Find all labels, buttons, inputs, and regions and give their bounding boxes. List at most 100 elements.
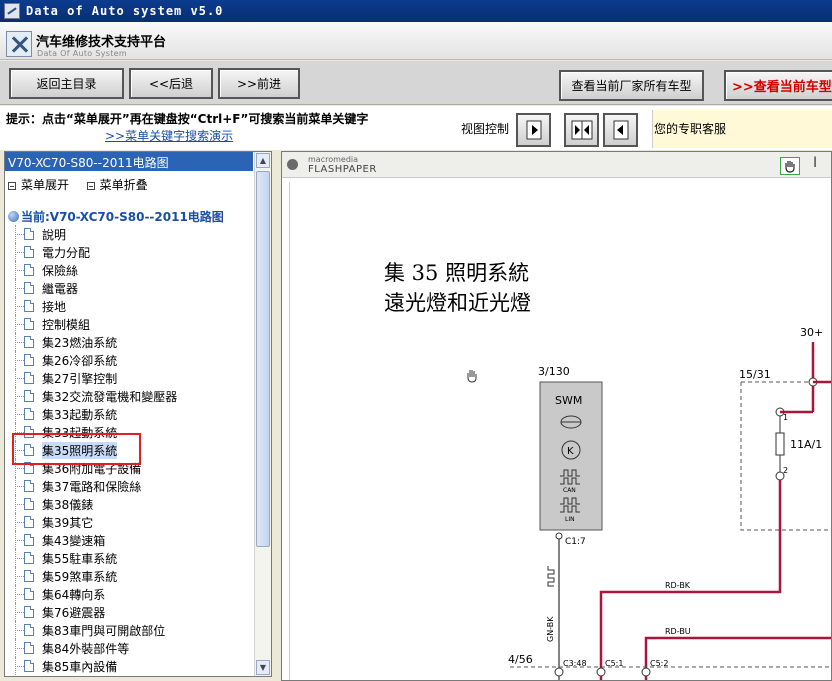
text-select-tool-icon[interactable]: I — [813, 155, 817, 171]
tree-item[interactable]: 集59煞車系統 — [5, 567, 253, 585]
document-icon — [24, 336, 34, 348]
expand-menu-link[interactable]: 菜单展开 — [21, 178, 69, 192]
tree-item-label: 控制模組 — [42, 318, 91, 332]
tree-item[interactable]: 集32交流發電機和變壓器 — [5, 387, 253, 405]
tree-guide-h — [15, 666, 24, 667]
scroll-thumb[interactable] — [256, 171, 270, 547]
document-icon — [24, 552, 34, 564]
tree-item-label: 集84外裝部件等 — [42, 642, 130, 656]
document-icon — [24, 282, 34, 294]
fuse-box-label: 15/31 — [739, 368, 771, 381]
tree-item-label: 集43變速箱 — [42, 534, 106, 548]
arrow-left-icon — [613, 120, 628, 140]
svg-text:K: K — [567, 446, 574, 457]
tree-header[interactable]: V70-XC70-S80--2011电路图 — [5, 152, 253, 171]
tree-item[interactable]: 電力分配 — [5, 243, 253, 261]
scroll-down-icon[interactable]: ▼ — [256, 660, 270, 675]
forward-button[interactable]: >>前进 — [218, 68, 300, 99]
back-button[interactable]: <<后退 — [129, 68, 213, 99]
tree-scrollbar[interactable]: ▲ ▼ — [254, 152, 271, 676]
scroll-up-icon[interactable]: ▲ — [256, 153, 270, 168]
tree-item-label: 集35照明系統 — [42, 442, 118, 459]
tree-current-root[interactable]: 当前:V70-XC70-S80--2011电路图 — [8, 208, 224, 225]
tree-item[interactable]: 接地 — [5, 297, 253, 315]
wrench-logo-icon — [6, 31, 32, 57]
fuse-element — [775, 432, 785, 456]
tree-guide-h — [15, 360, 24, 361]
tree-item[interactable]: 集33起動系統 — [5, 423, 253, 441]
document-icon — [24, 390, 34, 402]
tree-guide-h — [15, 648, 24, 649]
tree-guide-h — [15, 558, 24, 559]
document-icon — [24, 408, 34, 420]
tree-guide-h — [15, 630, 24, 631]
gn-bk-label: GN-BK — [546, 616, 555, 642]
rd-bu-wire — [644, 636, 831, 680]
tree-item[interactable]: 集39其它 — [5, 513, 253, 531]
tree-item[interactable]: 集23燃油系統 — [5, 333, 253, 351]
tree-item[interactable]: 保險絲 — [5, 261, 253, 279]
pin-c3-node — [554, 667, 564, 677]
tree-item[interactable]: 集76避震器 — [5, 603, 253, 621]
tree-item[interactable]: 集33起動系統 — [5, 405, 253, 423]
tree-item[interactable]: 集84外裝部件等 — [5, 639, 253, 657]
flashpaper-toolbar: macromedia FLASHPAPER I — [282, 152, 831, 178]
tree-item-label: 集83車門與可開啟部位 — [42, 624, 166, 638]
all-models-button[interactable]: 查看当前厂家所有车型 — [559, 70, 704, 101]
tree-item[interactable]: 集37電路和保險絲 — [5, 477, 253, 495]
search-demo-link[interactable]: >>菜单关键字搜索演示 — [105, 127, 233, 144]
hand-tool-icon[interactable] — [780, 157, 800, 175]
document-icon — [24, 516, 34, 528]
rd-bu-label: RD-BU — [665, 627, 691, 636]
tree-guide-h — [15, 396, 24, 397]
home-button[interactable]: 返回主目录 — [9, 68, 124, 99]
page-hand-cursor-icon — [467, 370, 477, 383]
tree-list: 說明 電力分配 保險絲 繼電器 接地 控制模組 集23燃油系統 集26冷卻系統 集27引擎控制集… — [5, 225, 253, 675]
document-icon — [24, 228, 34, 240]
tree-current-label: 当前:V70-XC70-S80--2011电路图 — [21, 210, 224, 224]
tree-item[interactable]: 集43變速箱 — [5, 531, 253, 549]
service-label[interactable]: 您的专职客服 — [654, 120, 726, 137]
rd-bk-label: RD-BK — [665, 581, 691, 590]
tree-item[interactable]: 集36附加電子設備 — [5, 459, 253, 477]
view-expand-left-button[interactable] — [603, 113, 638, 147]
tree-item[interactable]: 說明 — [5, 225, 253, 243]
tree-item[interactable]: 集27引擎控制 — [5, 369, 253, 387]
tree-item[interactable]: 集83車門與可開啟部位 — [5, 621, 253, 639]
tree-item[interactable]: 集55駐車系統 — [5, 549, 253, 567]
module-pin-node — [555, 532, 563, 540]
tree-item-label: 接地 — [42, 300, 67, 314]
document-icon — [24, 534, 34, 546]
current-model-button[interactable]: >>查看当前车型 — [724, 70, 832, 101]
tree-guide-h — [15, 270, 24, 271]
tree-item-label: 集23燃油系統 — [42, 336, 118, 350]
tree-item-label: 集33起動系統 — [42, 426, 118, 440]
tree-item[interactable]: 集26冷卻系統 — [5, 351, 253, 369]
tree-item-label: 電力分配 — [42, 246, 91, 260]
tree-item[interactable]: 集35照明系統 — [5, 441, 253, 459]
tree-item[interactable]: 繼電器 — [5, 279, 253, 297]
fuse-pin-top-label: 1 — [783, 413, 788, 422]
tree-item[interactable]: 集38儀錶 — [5, 495, 253, 513]
tree-item-label: 繼電器 — [42, 282, 79, 296]
pin-c5-2-label: C5:2 — [650, 659, 668, 668]
tree-guide-h — [15, 342, 24, 343]
tree-item[interactable]: 控制模組 — [5, 315, 253, 333]
document-icon — [24, 444, 34, 456]
tree-item-label: 集37電路和保險絲 — [42, 480, 142, 494]
pin-c5-1-node — [596, 667, 606, 677]
document-icon — [24, 660, 34, 672]
tree-item-label: 集39其它 — [42, 516, 94, 530]
flashpaper-brand-name: FLASHPAPER — [308, 164, 377, 175]
document-page: 集 35 照明系統 遠光燈和近光燈 3/130 SWM K CAN LIN C1… — [289, 182, 831, 680]
view-split-button[interactable] — [564, 113, 599, 147]
wiring-diagram: 3/130 SWM K CAN LIN C1:7 GN-BK 15/31 30+… — [467, 326, 831, 680]
tree-item[interactable]: 集85車內設備 — [5, 657, 253, 675]
pin-c5-2-node — [641, 667, 651, 677]
tree-item[interactable]: 集64轉向系 — [5, 585, 253, 603]
document-icon — [24, 588, 34, 600]
document-icon — [24, 570, 34, 582]
brand-subtitle: Data Of Auto System — [37, 49, 127, 58]
collapse-menu-link[interactable]: 菜单折叠 — [100, 178, 148, 192]
view-expand-right-button[interactable] — [516, 113, 551, 147]
